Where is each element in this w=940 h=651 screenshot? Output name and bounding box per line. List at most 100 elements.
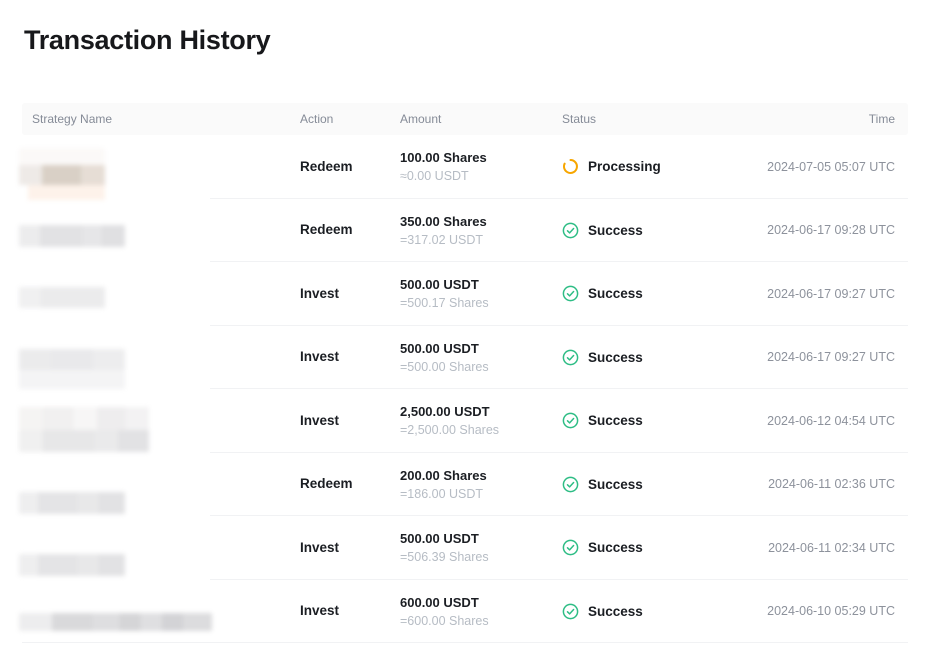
status-cell: Success — [562, 476, 760, 493]
redacted-strategy-name — [19, 407, 149, 452]
amount-primary: 500.00 USDT — [400, 277, 562, 292]
status-cell: Success — [562, 349, 760, 366]
table-row: Invest 600.00 USDT =600.00 Shares Succes… — [22, 580, 908, 644]
amount-secondary: =186.00 USDT — [400, 487, 562, 501]
success-check-icon — [562, 603, 579, 620]
strategy-name-cell — [22, 326, 300, 390]
table-row: Invest 500.00 USDT =506.39 Shares Succes… — [22, 516, 908, 580]
processing-spinner-icon — [562, 158, 579, 175]
status-label: Success — [588, 286, 643, 301]
column-header-status: Status — [562, 112, 760, 126]
page-title: Transaction History — [24, 25, 270, 56]
action-label: Redeem — [300, 159, 353, 174]
strategy-name-cell — [22, 453, 300, 517]
action-label: Invest — [300, 286, 339, 301]
action-label: Invest — [300, 349, 339, 364]
strategy-name-cell — [22, 516, 300, 580]
success-check-icon — [562, 539, 579, 556]
column-header-amount: Amount — [400, 112, 562, 126]
status-label: Success — [588, 604, 643, 619]
amount-primary: 600.00 USDT — [400, 595, 562, 610]
status-label: Success — [588, 540, 643, 555]
amount-secondary: =500.00 Shares — [400, 360, 562, 374]
amount-primary: 350.00 Shares — [400, 214, 562, 229]
action-cell: Invest — [300, 412, 400, 430]
amount-secondary: =317.02 USDT — [400, 233, 562, 247]
action-cell: Invest — [300, 285, 400, 303]
action-cell: Invest — [300, 348, 400, 366]
table-header-row: Strategy Name Action Amount Status Time — [22, 103, 908, 135]
time-cell: 2024-07-05 05:07 UTC — [760, 160, 908, 174]
table-row: Invest 500.00 USDT =500.00 Shares Succes… — [22, 326, 908, 390]
redacted-strategy-name — [19, 613, 212, 631]
amount-cell: 600.00 USDT =600.00 Shares — [400, 595, 562, 628]
amount-primary: 500.00 USDT — [400, 531, 562, 546]
amount-secondary: =500.17 Shares — [400, 296, 562, 310]
amount-primary: 200.00 Shares — [400, 468, 562, 483]
action-cell: Invest — [300, 539, 400, 557]
status-label: Success — [588, 477, 643, 492]
amount-cell: 100.00 Shares ≈0.00 USDT — [400, 150, 562, 183]
redacted-strategy-name — [19, 225, 125, 247]
status-label: Success — [588, 350, 643, 365]
strategy-name-cell — [22, 199, 300, 263]
column-header-action: Action — [300, 112, 400, 126]
amount-secondary: ≈0.00 USDT — [400, 169, 562, 183]
amount-secondary: =2,500.00 Shares — [400, 423, 562, 437]
status-label: Success — [588, 223, 643, 238]
table-row: Redeem 350.00 Shares =317.02 USDT Succes… — [22, 199, 908, 263]
action-label: Redeem — [300, 222, 353, 237]
redacted-strategy-name — [19, 349, 125, 389]
action-label: Invest — [300, 603, 339, 618]
status-cell: Success — [562, 412, 760, 429]
table-body: Redeem 100.00 Shares ≈0.00 USDT Processi… — [22, 135, 908, 643]
redacted-strategy-name — [19, 554, 125, 576]
status-cell: Processing — [562, 158, 760, 175]
redacted-strategy-name — [19, 287, 105, 308]
amount-secondary: =600.00 Shares — [400, 614, 562, 628]
status-label: Success — [588, 413, 643, 428]
time-cell: 2024-06-17 09:27 UTC — [760, 350, 908, 364]
amount-cell: 500.00 USDT =506.39 Shares — [400, 531, 562, 564]
column-header-time: Time — [760, 112, 908, 126]
status-cell: Success — [562, 222, 760, 239]
action-cell: Redeem — [300, 475, 400, 493]
amount-cell: 500.00 USDT =500.00 Shares — [400, 341, 562, 374]
amount-primary: 500.00 USDT — [400, 341, 562, 356]
success-check-icon — [562, 349, 579, 366]
strategy-name-cell — [22, 389, 300, 453]
table-row: Redeem 200.00 Shares =186.00 USDT Succes… — [22, 453, 908, 517]
action-cell: Redeem — [300, 158, 400, 176]
action-label: Invest — [300, 413, 339, 428]
success-check-icon — [562, 476, 579, 493]
redacted-strategy-name — [19, 492, 125, 514]
action-label: Redeem — [300, 476, 353, 491]
table-row: Invest 2,500.00 USDT =2,500.00 Shares Su… — [22, 389, 908, 453]
amount-primary: 2,500.00 USDT — [400, 404, 562, 419]
action-cell: Redeem — [300, 221, 400, 239]
redacted-strategy-name — [19, 148, 105, 200]
time-cell: 2024-06-17 09:27 UTC — [760, 287, 908, 301]
status-cell: Success — [562, 539, 760, 556]
success-check-icon — [562, 412, 579, 429]
table-row: Invest 500.00 USDT =500.17 Shares Succes… — [22, 262, 908, 326]
status-cell: Success — [562, 285, 760, 302]
status-cell: Success — [562, 603, 760, 620]
success-check-icon — [562, 285, 579, 302]
status-label: Processing — [588, 159, 661, 174]
time-cell: 2024-06-11 02:34 UTC — [760, 541, 908, 555]
time-cell: 2024-06-11 02:36 UTC — [760, 477, 908, 491]
time-cell: 2024-06-12 04:54 UTC — [760, 414, 908, 428]
amount-cell: 200.00 Shares =186.00 USDT — [400, 468, 562, 501]
amount-primary: 100.00 Shares — [400, 150, 562, 165]
amount-secondary: =506.39 Shares — [400, 550, 562, 564]
action-label: Invest — [300, 540, 339, 555]
amount-cell: 350.00 Shares =317.02 USDT — [400, 214, 562, 247]
table-row: Redeem 100.00 Shares ≈0.00 USDT Processi… — [22, 135, 908, 199]
time-cell: 2024-06-17 09:28 UTC — [760, 223, 908, 237]
action-cell: Invest — [300, 602, 400, 620]
amount-cell: 500.00 USDT =500.17 Shares — [400, 277, 562, 310]
success-check-icon — [562, 222, 579, 239]
strategy-name-cell — [22, 262, 300, 326]
amount-cell: 2,500.00 USDT =2,500.00 Shares — [400, 404, 562, 437]
